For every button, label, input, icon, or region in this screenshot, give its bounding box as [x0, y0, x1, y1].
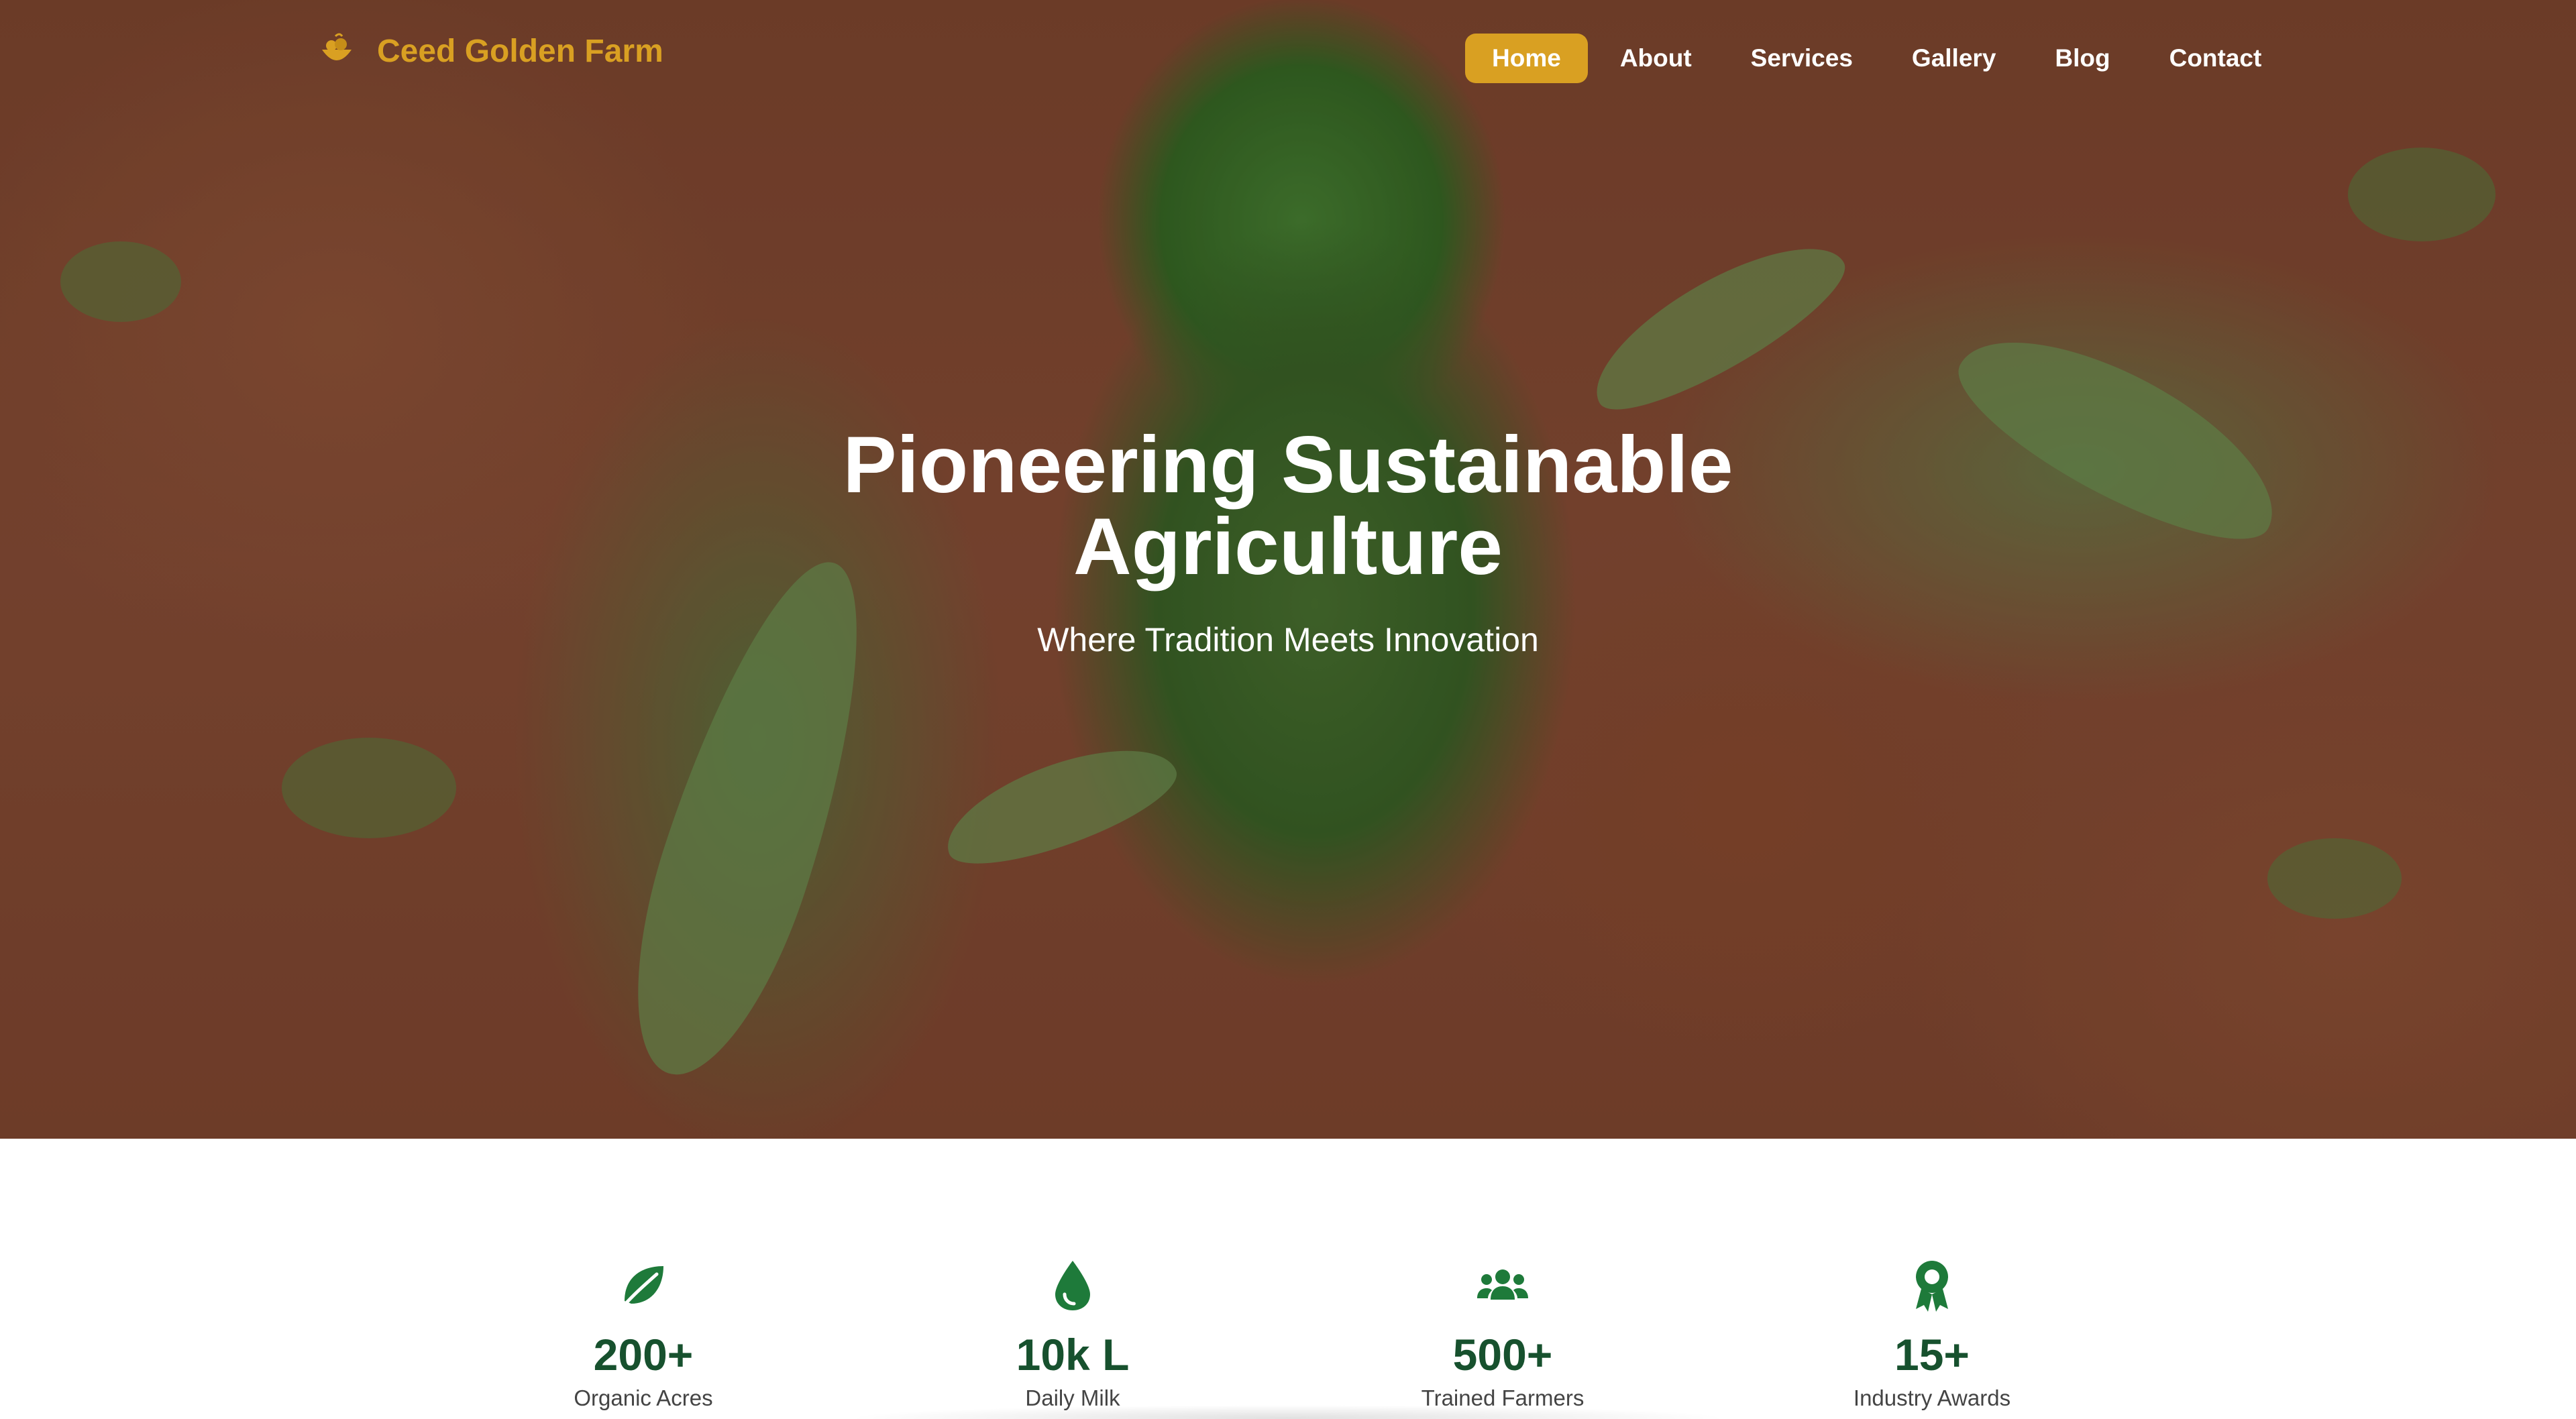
- stats-section: 200+ Organic Acres 10k L Daily Milk 500+…: [0, 1139, 2576, 1419]
- brand-logo[interactable]: Ceed Golden Farm: [315, 30, 663, 72]
- stat-value: 15+: [1894, 1330, 1970, 1379]
- decor-leaf: [932, 726, 1187, 884]
- leaf-icon: [621, 1266, 663, 1308]
- hero-title-line1: Pioneering Sustainable: [843, 420, 1733, 510]
- decor-leaf: [2267, 838, 2402, 919]
- droplet-icon: [1055, 1261, 1090, 1310]
- decor-leaf: [1573, 217, 1862, 434]
- stat-value: 500+: [1452, 1330, 1553, 1379]
- users-icon: [1477, 1269, 1528, 1300]
- main-menu: Home About Services Gallery Blog Contact: [1465, 34, 2294, 83]
- stat-value: 10k L: [1016, 1330, 1130, 1379]
- decor-leaf: [282, 738, 456, 838]
- nav-home[interactable]: Home: [1465, 34, 1588, 83]
- stat-label: Organic Acres: [574, 1385, 713, 1410]
- stat-industry-awards: 15+ Industry Awards: [1764, 1257, 2100, 1411]
- nav-blog[interactable]: Blog: [2028, 34, 2137, 83]
- brand-name: Ceed Golden Farm: [377, 33, 663, 69]
- nav-contact[interactable]: Contact: [2143, 34, 2289, 83]
- nav-gallery[interactable]: Gallery: [1885, 34, 2023, 83]
- stat-organic-acres: 200+ Organic Acres: [476, 1257, 811, 1411]
- top-navbar: Ceed Golden Farm Home About Services Gal…: [0, 0, 2576, 121]
- decor-leaf: [60, 241, 181, 322]
- stat-label: Industry Awards: [1853, 1385, 2011, 1410]
- decor-leaf: [2348, 148, 2496, 241]
- hero-title: Pioneering Sustainable Agriculture: [0, 424, 2576, 587]
- hero-title-line2: Agriculture: [1073, 502, 1503, 591]
- stat-daily-milk: 10k L Daily Milk: [905, 1257, 1240, 1411]
- stat-trained-farmers: 500+ Trained Farmers: [1335, 1257, 1670, 1411]
- nav-about[interactable]: About: [1593, 34, 1719, 83]
- stat-value: 200+: [593, 1330, 694, 1379]
- golden-basket-icon: [322, 33, 352, 60]
- hero-subtitle: Where Tradition Meets Innovation: [1037, 621, 1539, 659]
- nav-services[interactable]: Services: [1724, 34, 1880, 83]
- award-icon: [1916, 1261, 1948, 1312]
